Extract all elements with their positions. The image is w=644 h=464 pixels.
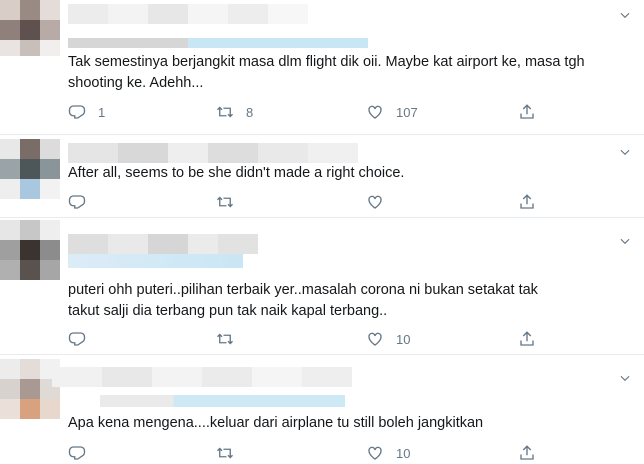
- share-button[interactable]: [518, 191, 536, 213]
- chevron-down-icon[interactable]: [618, 145, 632, 159]
- tweet[interactable]: After all, seems to be she didn't made a…: [0, 135, 644, 218]
- tweet-actions: 1 8 107: [68, 101, 538, 123]
- chevron-down-icon[interactable]: [618, 234, 632, 248]
- like-icon: [368, 105, 382, 119]
- like-icon: [368, 446, 382, 460]
- tweet-text: puteri ohh puteri..pilihan terbaik yer..…: [68, 282, 538, 319]
- retweet-icon: [217, 106, 233, 118]
- author-name-blurred[interactable]: [68, 143, 358, 163]
- like-count: 107: [396, 104, 418, 120]
- share-icon: [520, 445, 534, 460]
- avatar[interactable]: [0, 139, 60, 199]
- like-icon: [368, 195, 382, 209]
- reply-icon: [68, 446, 86, 460]
- share-icon: [520, 331, 534, 346]
- author-name-blurred[interactable]: [68, 234, 258, 254]
- like-button[interactable]: [366, 191, 396, 213]
- like-icon: [368, 332, 382, 346]
- avatar[interactable]: [0, 359, 60, 419]
- author-handle-blurred[interactable]: [68, 38, 368, 48]
- author-handle-blurred[interactable]: [68, 254, 243, 268]
- author-handle-blurred[interactable]: [100, 395, 345, 407]
- tweet[interactable]: Apa kena mengena....keluar dari airplane…: [0, 355, 644, 463]
- share-icon: [520, 104, 534, 119]
- share-icon: [520, 194, 534, 209]
- retweet-icon: [217, 447, 233, 459]
- share-button[interactable]: [518, 328, 536, 350]
- retweet-button[interactable]: [216, 328, 246, 350]
- reply-icon: [68, 195, 86, 209]
- reply-icon: [68, 332, 86, 346]
- share-button[interactable]: [518, 442, 536, 464]
- like-button[interactable]: 107: [366, 101, 418, 123]
- retweet-count: 8: [246, 104, 254, 120]
- avatar[interactable]: [0, 220, 60, 280]
- like-button[interactable]: 10: [366, 328, 410, 350]
- retweet-button[interactable]: 8: [216, 101, 253, 123]
- tweet-actions: 10: [68, 328, 538, 350]
- reply-icon: [68, 105, 86, 119]
- retweet-button[interactable]: [216, 442, 246, 464]
- tweet-actions: 10: [68, 442, 538, 464]
- tweet[interactable]: puteri ohh puteri..pilihan terbaik yer..…: [0, 218, 644, 355]
- share-button[interactable]: [518, 101, 536, 123]
- like-count: 10: [396, 445, 411, 461]
- retweet-icon: [217, 333, 233, 345]
- author-name-blurred[interactable]: [52, 367, 352, 387]
- reply-button[interactable]: [68, 442, 98, 464]
- tweet-text: After all, seems to be she didn't made a…: [68, 165, 405, 181]
- reply-button[interactable]: 1: [68, 101, 105, 123]
- reply-count: 1: [98, 104, 106, 120]
- retweet-icon: [217, 196, 233, 208]
- tweet-text: Tak semestinya berjangkit masa dlm fligh…: [68, 54, 585, 91]
- retweet-button[interactable]: [216, 191, 246, 213]
- tweet-text: Apa kena mengena....keluar dari airplane…: [68, 415, 484, 431]
- chevron-down-icon[interactable]: [618, 371, 632, 385]
- chevron-down-icon[interactable]: [618, 8, 632, 22]
- tweet[interactable]: Tak semestinya berjangkit masa dlm fligh…: [0, 0, 644, 135]
- reply-button[interactable]: [68, 191, 98, 213]
- reply-button[interactable]: [68, 328, 98, 350]
- author-name-blurred[interactable]: [68, 4, 388, 24]
- tweet-actions: [68, 191, 538, 213]
- avatar[interactable]: [0, 0, 60, 56]
- like-button[interactable]: 10: [366, 442, 410, 464]
- like-count: 10: [396, 331, 411, 347]
